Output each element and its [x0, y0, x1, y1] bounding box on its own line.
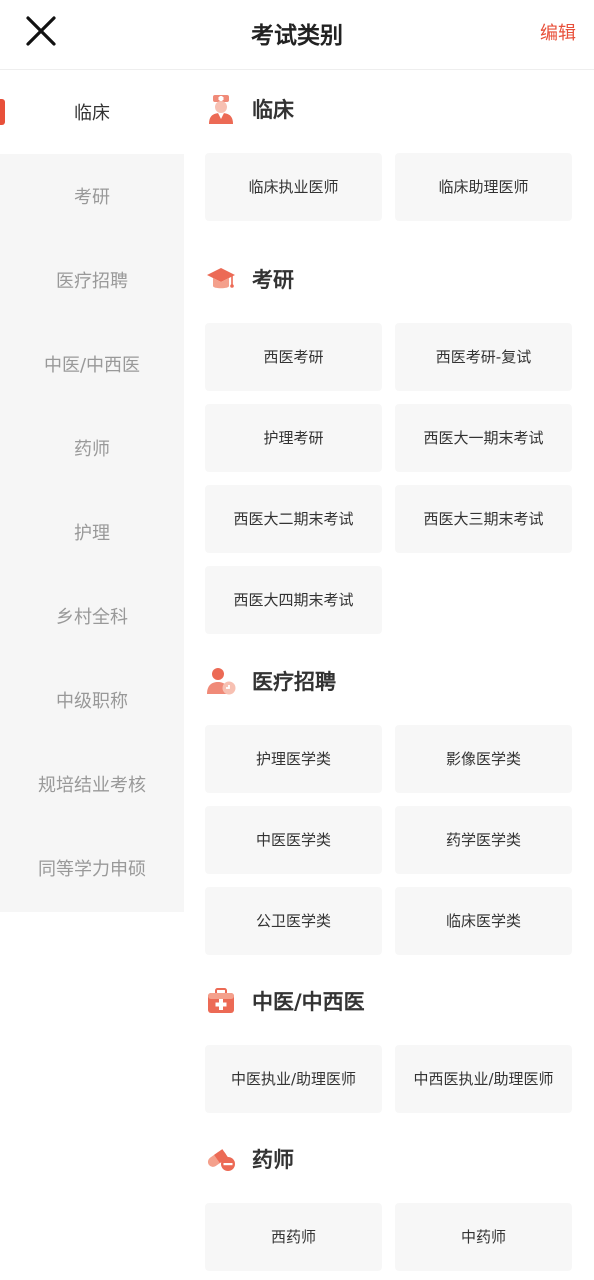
exam-card[interactable]: 西医大一期末考试: [395, 404, 572, 472]
exam-card[interactable]: 西药师: [205, 1203, 382, 1271]
exam-grid: 临床执业医师 临床助理医师: [205, 153, 573, 221]
section-clinical: 临床 临床执业医师 临床助理医师: [205, 87, 573, 221]
sidebar-item-pharmacist[interactable]: 药师: [0, 406, 184, 490]
exam-card[interactable]: 西医大二期末考试: [205, 485, 382, 553]
sidebar-item-medical-recruitment[interactable]: 医疗招聘: [0, 238, 184, 322]
section-header: 医疗招聘: [205, 659, 573, 703]
exam-card[interactable]: 西医大三期末考试: [395, 485, 572, 553]
section-title: 中医/中西医: [252, 990, 365, 1014]
exam-grid: 护理医学类 影像医学类 中医医学类 药学医学类 公卫医学类 临床医学类: [205, 725, 573, 955]
section-header: 临床: [205, 87, 573, 131]
sidebar-item-intermediate-title[interactable]: 中级职称: [0, 658, 184, 742]
exam-grid: 中医执业/助理医师 中西医执业/助理医师: [205, 1045, 573, 1113]
doctor-icon: [205, 93, 237, 125]
exam-card[interactable]: 西医考研-复试: [395, 323, 572, 391]
exam-card[interactable]: 临床医学类: [395, 887, 572, 955]
page-title: 考试类别: [251, 23, 343, 49]
exam-card[interactable]: 影像医学类: [395, 725, 572, 793]
sidebar-item-clinical[interactable]: 临床: [0, 70, 184, 154]
exam-card[interactable]: 中医医学类: [205, 806, 382, 874]
section-header: 中医/中西医: [205, 979, 573, 1023]
section-title: 临床: [252, 98, 294, 122]
exam-card[interactable]: 药学医学类: [395, 806, 572, 874]
section-tcm: 中医/中西医 中医执业/助理医师 中西医执业/助理医师: [205, 979, 573, 1113]
section-title: 药师: [252, 1148, 294, 1172]
exam-card[interactable]: 护理考研: [205, 404, 382, 472]
exam-card[interactable]: 中医执业/助理医师: [205, 1045, 382, 1113]
sidebar-item-equivalent-degree[interactable]: 同等学力申硕: [0, 826, 184, 910]
category-sidebar: 临床 考研 医疗招聘 中医/中西医 药师 护理 乡村全科 中级职称 规培结业考核…: [0, 70, 184, 912]
medical-kit-icon: [205, 985, 237, 1017]
exam-card[interactable]: 中西医执业/助理医师: [395, 1045, 572, 1113]
section-title: 医疗招聘: [252, 670, 336, 694]
sidebar-item-tcm[interactable]: 中医/中西医: [0, 322, 184, 406]
section-pharmacist: 药师 西药师 中药师: [205, 1137, 573, 1271]
sidebar-item-rural-general[interactable]: 乡村全科: [0, 574, 184, 658]
exam-card[interactable]: 中药师: [395, 1203, 572, 1271]
graduation-cap-icon: [205, 263, 237, 295]
section-medical-recruitment: 医疗招聘 护理医学类 影像医学类 中医医学类 药学医学类 公卫医学类 临床医学类: [205, 659, 573, 955]
sidebar-item-postgrad[interactable]: 考研: [0, 154, 184, 238]
recruit-user-icon: [205, 665, 237, 697]
exam-card[interactable]: 西医大四期末考试: [205, 566, 382, 634]
category-content: 临床 临床执业医师 临床助理医师 考研 西医考研 西医考研-复试 护理考研 西医…: [184, 70, 594, 1280]
top-bar: 考试类别 编辑: [0, 0, 594, 70]
exam-grid: 西药师 中药师: [205, 1203, 573, 1271]
sidebar-item-residency-exam[interactable]: 规培结业考核: [0, 742, 184, 826]
section-header: 考研: [205, 257, 573, 301]
exam-card[interactable]: 临床执业医师: [205, 153, 382, 221]
exam-card[interactable]: 公卫医学类: [205, 887, 382, 955]
pill-icon: [205, 1143, 237, 1175]
exam-card[interactable]: 临床助理医师: [395, 153, 572, 221]
edit-button[interactable]: 编辑: [540, 19, 576, 45]
exam-card[interactable]: 西医考研: [205, 323, 382, 391]
sidebar-item-nursing[interactable]: 护理: [0, 490, 184, 574]
section-title: 考研: [252, 268, 294, 292]
exam-grid: 西医考研 西医考研-复试 护理考研 西医大一期末考试 西医大二期末考试 西医大三…: [205, 323, 573, 634]
exam-card[interactable]: 护理医学类: [205, 725, 382, 793]
section-header: 药师: [205, 1137, 573, 1181]
section-postgrad: 考研 西医考研 西医考研-复试 护理考研 西医大一期末考试 西医大二期末考试 西…: [205, 257, 573, 634]
